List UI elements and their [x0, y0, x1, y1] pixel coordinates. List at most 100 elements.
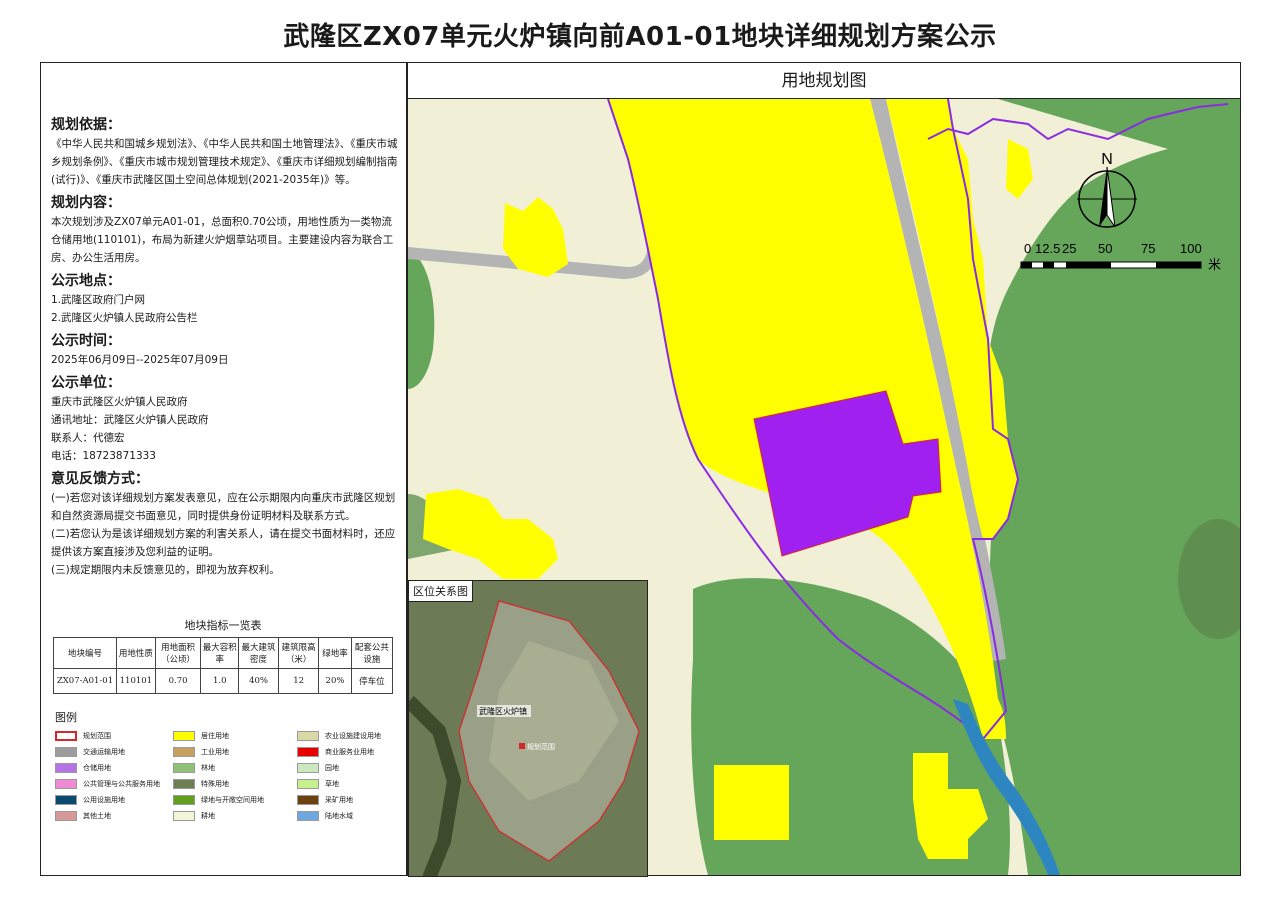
legend-label: 商业服务业用地 — [325, 748, 374, 756]
legend-item: 仓储用地 — [55, 761, 173, 775]
table-header: 地块编号 — [53, 637, 117, 669]
legend-label: 仓储用地 — [83, 764, 111, 772]
table-cell: 0.70 — [154, 668, 202, 694]
legend-swatch — [173, 731, 195, 741]
notice-panel: 规划依据： 《中华人民共和国城乡规划法》、《中华人民共和国土地管理法》、《重庆市… — [40, 62, 407, 876]
legend-item: 规划范围 — [55, 729, 173, 743]
table-header: 绿地率 — [318, 637, 352, 669]
north-arrow-icon: N — [1077, 151, 1137, 228]
scale-unit: 米 — [1208, 257, 1221, 272]
time-heading: 公示时间： — [51, 333, 121, 349]
table-cell: ZX07-A01-01 — [53, 668, 117, 694]
legend-item: 采矿用地 — [297, 793, 397, 807]
legend-swatch — [55, 795, 77, 805]
feedback-3: (三)规定期限内未反馈意见的，即视为放弃权利。 — [51, 564, 280, 576]
legend-label: 公共管理与公共服务用地 — [83, 780, 160, 788]
map-title: 用地规划图 — [408, 63, 1240, 99]
legend-item: 其他土地 — [55, 809, 173, 823]
legend-item: 特殊用地 — [173, 777, 297, 791]
legend-item: 交通运输用地 — [55, 745, 173, 759]
legend-item: 园地 — [297, 761, 397, 775]
legend-label: 绿地与开敞空间用地 — [201, 796, 264, 804]
legend-label: 居住用地 — [201, 732, 229, 740]
table-cell: 12 — [278, 668, 320, 694]
address: 通讯地址：武隆区火炉镇人民政府 — [51, 414, 209, 426]
legend-label: 其他土地 — [83, 812, 111, 820]
scale-tick-12-5: 12.5 — [1035, 241, 1060, 256]
feedback-2: (二)若您认为是该详细规划方案的利害关系人，请在提交书面材料时，还应提供该方案直… — [51, 528, 396, 558]
legend-label: 陆地水域 — [325, 812, 353, 820]
legend-item: 工业用地 — [173, 745, 297, 759]
phone: 电话：18723871333 — [51, 450, 156, 462]
location-2: 2.武隆区火炉镇人民政府公告栏 — [51, 312, 198, 324]
legend-item: 公共管理与公共服务用地 — [55, 777, 173, 791]
table-cell: 110101 — [115, 668, 156, 694]
north-label: N — [1101, 151, 1113, 168]
legend-item: 草地 — [297, 777, 397, 791]
indicator-table-block: 地块指标一览表 地块编号 用地性质 用地面积（公顷） 最大容积率 最大建筑密度 … — [53, 617, 394, 694]
basis-heading: 规划依据： — [51, 117, 121, 133]
table-header: 配套公共设施 — [350, 637, 394, 669]
legend: 图例 规划范围 居住用地 农业设施建设用地交通运输用地 工业用地 商业服务业用地仓储用地… — [55, 709, 400, 823]
page-title: 武隆区ZX07单元火炉镇向前A01-01地块详细规划方案公示 — [283, 22, 997, 52]
legend-swatch — [297, 795, 319, 805]
table-header: 用地性质 — [115, 637, 156, 669]
legend-swatch — [297, 763, 319, 773]
notice-text: 规划依据： 《中华人民共和国城乡规划法》、《中华人民共和国土地管理法》、《重庆市… — [51, 111, 399, 579]
map-panel: 用地规划图 N 0 12.5 25 50 75 100 米 区位关系图 武隆区火… — [407, 62, 1241, 877]
legend-label: 工业用地 — [201, 748, 229, 756]
legend-label: 农业设施建设用地 — [325, 732, 381, 740]
legend-label: 公用设施用地 — [83, 796, 125, 804]
scale-bar: 0 12.5 25 50 75 100 米 — [1020, 241, 1221, 272]
table-header: 用地面积（公顷） — [154, 637, 202, 669]
legend-label: 采矿用地 — [325, 796, 353, 804]
table-header: 最大建筑密度 — [238, 637, 280, 669]
scale-tick-100: 100 — [1180, 241, 1202, 256]
inset-location-map: 区位关系图 武隆区火炉镇 规划范围 — [408, 580, 648, 877]
table-row: ZX07-A01-01 110101 0.70 1.0 40% 12 20% 停… — [53, 668, 394, 694]
legend-label: 林地 — [201, 764, 215, 772]
legend-grid: 规划范围 居住用地 农业设施建设用地交通运输用地 工业用地 商业服务业用地仓储用地 林地 园… — [55, 729, 400, 823]
legend-item: 陆地水域 — [297, 809, 397, 823]
legend-label: 耕地 — [201, 812, 215, 820]
legend-label: 规划范围 — [83, 732, 111, 740]
legend-title: 图例 — [55, 711, 77, 724]
indicator-table: 地块编号 用地性质 用地面积（公顷） 最大容积率 最大建筑密度 建筑限高（米） … — [53, 637, 394, 694]
legend-item: 商业服务业用地 — [297, 745, 397, 759]
unit-name: 重庆市武隆区火炉镇人民政府 — [51, 396, 188, 408]
legend-swatch — [173, 763, 195, 773]
inset-town-label: 武隆区火炉镇 — [479, 706, 527, 716]
legend-label: 园地 — [325, 764, 339, 772]
unit-heading: 公示单位： — [51, 375, 121, 391]
legend-swatch — [173, 747, 195, 757]
legend-swatch — [297, 731, 319, 741]
indicator-table-title: 地块指标一览表 — [184, 619, 262, 632]
legend-swatch — [173, 779, 195, 789]
legend-item: 农业设施建设用地 — [297, 729, 397, 743]
legend-item: 绿地与开敞空间用地 — [173, 793, 297, 807]
scale-tick-25: 25 — [1062, 241, 1076, 256]
legend-swatch — [55, 811, 77, 821]
inset-satellite: 武隆区火炉镇 规划范围 — [409, 581, 647, 876]
legend-swatch — [55, 779, 77, 789]
content-heading: 规划内容： — [51, 195, 121, 211]
location-heading: 公示地点： — [51, 273, 121, 289]
time-text: 2025年06月09日--2025年07月09日 — [51, 354, 229, 366]
location-1: 1.武隆区政府门户网 — [51, 294, 146, 306]
table-cell: 1.0 — [200, 668, 240, 694]
legend-swatch — [297, 811, 319, 821]
scale-tick-50: 50 — [1098, 241, 1112, 256]
legend-swatch — [55, 763, 77, 773]
residential-patch-s1 — [714, 765, 789, 840]
inset-site-label: 规划范围 — [527, 742, 555, 751]
legend-label: 交通运输用地 — [83, 748, 125, 756]
legend-item: 公用设施用地 — [55, 793, 173, 807]
feedback-heading: 意见反馈方式： — [51, 471, 149, 487]
table-cell: 40% — [238, 668, 280, 694]
inset-label: 区位关系图 — [409, 581, 473, 602]
table-cell: 20% — [318, 668, 352, 694]
legend-label: 特殊用地 — [201, 780, 229, 788]
legend-swatch — [55, 747, 77, 757]
legend-swatch — [55, 731, 77, 741]
basis-text: 《中华人民共和国城乡规划法》、《中华人民共和国土地管理法》、《重庆市城乡规划条例… — [51, 138, 398, 186]
